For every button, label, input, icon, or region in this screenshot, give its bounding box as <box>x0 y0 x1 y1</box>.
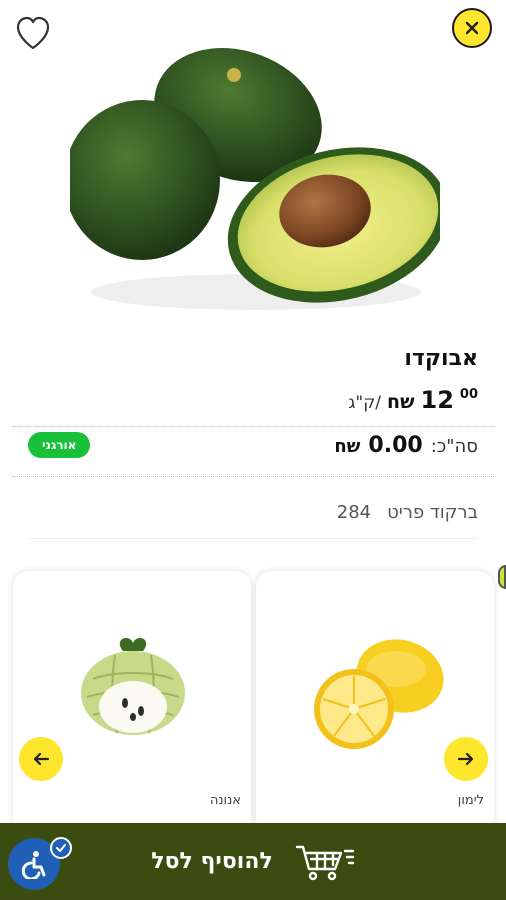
avocado-image <box>70 48 440 310</box>
add-to-cart-label: להוסיף לסל <box>151 849 273 874</box>
arrow-right-icon <box>457 752 474 766</box>
product-card-label: לימון <box>457 793 484 808</box>
arrow-left-icon <box>33 752 50 766</box>
divider <box>12 426 496 427</box>
related-products-carousel: לימון אנונה <box>0 565 506 833</box>
accessibility-icon <box>21 851 46 879</box>
close-icon <box>465 21 479 35</box>
total-value: 0.00 <box>368 432 423 458</box>
lemon-image <box>314 639 444 749</box>
product-card-label: אנונה <box>209 793 241 808</box>
price: 00 12 שח /ק"ג <box>348 386 478 414</box>
product-card-annona[interactable]: אנונה <box>13 571 251 833</box>
total-row: סה"כ: 0.00 שח אורגני <box>28 432 478 458</box>
checkmark-icon <box>50 837 72 859</box>
price-unit: /ק"ג <box>348 393 382 413</box>
shopping-cart-icon <box>295 845 354 880</box>
divider <box>12 476 496 477</box>
barcode-row: ברקוד פריט 284 <box>337 502 478 523</box>
product-card-lemon[interactable]: לימון <box>256 571 494 833</box>
product-title: אבוקדו <box>404 346 478 371</box>
carousel-prev-button[interactable] <box>19 737 63 781</box>
price-integer: 12 <box>420 386 454 414</box>
heart-icon <box>16 16 50 50</box>
product-page: אבוקדו 00 12 שח /ק"ג סה"כ: 0.00 שח אורגנ… <box>0 0 506 900</box>
next-item-peek <box>498 565 506 589</box>
favorite-button[interactable] <box>12 12 54 54</box>
close-button[interactable] <box>452 8 492 48</box>
total-label: סה"כ: <box>430 435 478 457</box>
price-currency: שח <box>387 391 415 413</box>
total: סה"כ: 0.00 שח <box>334 433 478 458</box>
carousel-next-button[interactable] <box>444 737 488 781</box>
total-currency: שח <box>334 435 361 457</box>
product-image-area <box>0 0 506 330</box>
barcode-value: 284 <box>336 502 372 523</box>
divider <box>30 538 478 539</box>
annona-image <box>81 637 185 735</box>
barcode-label: ברקוד פריט <box>387 502 478 523</box>
add-to-cart-button[interactable]: להוסיף לסל <box>0 823 506 900</box>
price-decimal: 00 <box>459 387 478 402</box>
organic-badge: אורגני <box>28 432 91 458</box>
